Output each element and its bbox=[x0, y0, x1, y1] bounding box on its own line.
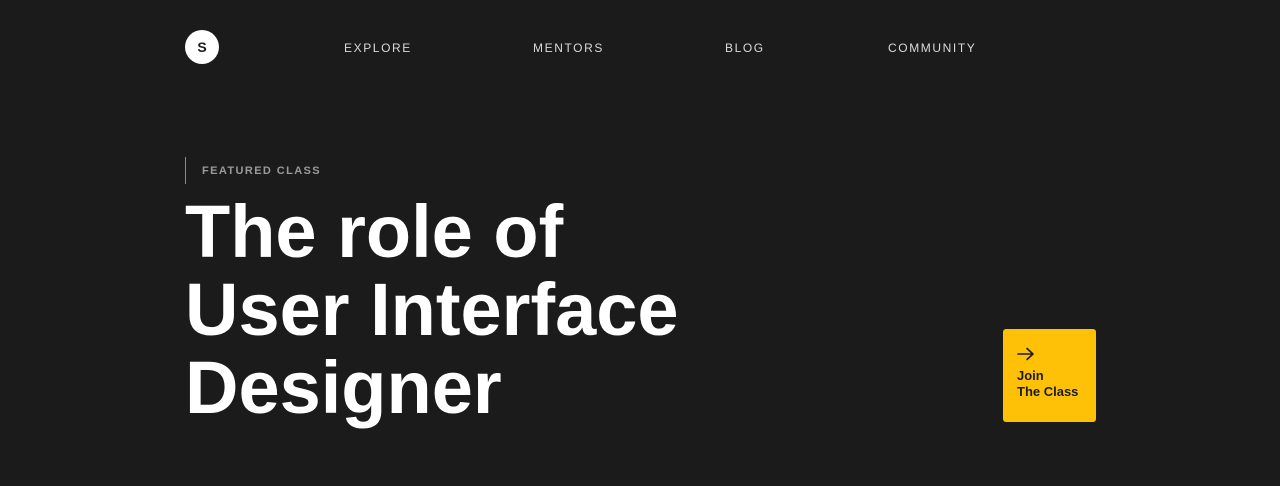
featured-label-text: FEATURED CLASS bbox=[202, 164, 322, 177]
join-class-label-line-1: Join bbox=[1017, 368, 1044, 383]
nav-link-community[interactable]: COMMUNITY bbox=[888, 41, 976, 55]
nav-link-blog[interactable]: BLOG bbox=[725, 41, 765, 55]
featured-label: FEATURED CLASS bbox=[185, 157, 321, 184]
join-class-button[interactable]: Join The Class bbox=[1003, 329, 1096, 422]
arrow-right-icon bbox=[1017, 347, 1034, 361]
hero-title-line-2: User Interface bbox=[185, 268, 679, 351]
nav-link-explore[interactable]: EXPLORE bbox=[344, 41, 412, 55]
join-class-label-line-2: The Class bbox=[1017, 384, 1079, 399]
hero-title-line-1: The role of bbox=[185, 190, 564, 273]
nav-link-mentors[interactable]: MENTORS bbox=[533, 41, 604, 55]
hero-title: The role of User Interface Designer bbox=[185, 193, 679, 427]
logo-letter: S bbox=[197, 39, 207, 55]
join-class-label: Join The Class bbox=[1017, 368, 1096, 400]
hero-title-line-3: Designer bbox=[185, 346, 502, 429]
logo[interactable]: S bbox=[185, 30, 219, 64]
